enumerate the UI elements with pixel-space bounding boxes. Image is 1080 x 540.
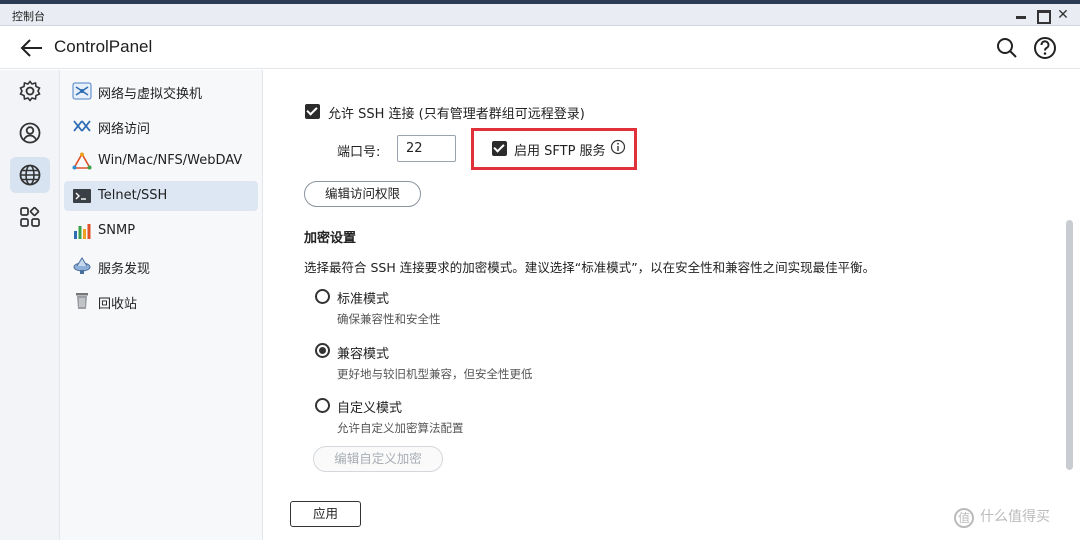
discovery-icon: [73, 257, 91, 274]
sidebar-item-service-discovery[interactable]: 服务发现: [64, 251, 258, 281]
radio-compat-mode[interactable]: [315, 343, 330, 358]
minimize-button[interactable]: [1013, 7, 1029, 23]
icon-rail: [0, 70, 60, 540]
sidebar-item-network-access[interactable]: 网络访问: [64, 111, 258, 141]
globe-icon: [19, 164, 41, 186]
settings-sidebar: 网络与虚拟交换机 网络访问 Win/Mac/NFS/WebDAV Telnet/…: [60, 70, 263, 540]
sidebar-item-label: Telnet/SSH: [98, 188, 168, 203]
allow-ssh-checkbox[interactable]: [305, 104, 320, 119]
radio-standard-mode[interactable]: [315, 289, 330, 304]
rail-item-apps[interactable]: [10, 199, 50, 235]
custom-mode-desc: 允许自定义加密算法配置: [337, 421, 464, 435]
compat-mode-label: 兼容模式: [337, 347, 390, 362]
allow-ssh-label: 允许 SSH 连接 (只有管理者群组可远程登录): [328, 107, 585, 122]
encryption-description: 选择最符合 SSH 连接要求的加密模式。建议选择“标准模式”，以在安全性和兼容性…: [304, 260, 876, 275]
rail-item-network[interactable]: [10, 157, 50, 193]
sftp-highlight-box: 启用 SFTP 服务: [471, 128, 637, 170]
sidebar-item-label: 回收站: [98, 297, 138, 312]
info-icon[interactable]: [610, 139, 626, 155]
edit-custom-encryption-button[interactable]: 编辑自定义加密: [313, 446, 443, 472]
rail-item-users[interactable]: [10, 115, 50, 151]
sidebar-item-label: SNMP: [98, 223, 136, 238]
close-button[interactable]: ✕: [1055, 7, 1071, 23]
search-icon: [997, 38, 1017, 58]
watermark-text: 什么值得买: [980, 509, 1050, 525]
radio-custom-mode[interactable]: [315, 398, 330, 413]
help-icon: [1034, 37, 1056, 59]
standard-mode-label: 标准模式: [337, 292, 390, 307]
sftp-label: 启用 SFTP 服务: [514, 144, 606, 159]
search-button[interactable]: [994, 35, 1020, 61]
sidebar-item-label: 网络与虚拟交换机: [98, 87, 203, 102]
gear-icon: [19, 80, 41, 102]
port-input[interactable]: 22: [397, 135, 456, 162]
window-titlebar: 控制台 ✕: [0, 4, 1080, 26]
help-button[interactable]: [1032, 35, 1058, 61]
encryption-section-title: 加密设置: [304, 231, 357, 246]
watermark-logo: 值: [954, 508, 974, 528]
page-title: ControlPanel: [54, 37, 153, 56]
trash-icon: [76, 293, 88, 309]
sidebar-item-recycle-bin[interactable]: 回收站: [64, 286, 258, 316]
terminal-icon: [73, 189, 91, 203]
sidebar-item-file-protocols[interactable]: Win/Mac/NFS/WebDAV: [64, 146, 258, 176]
sidebar-item-network-switch[interactable]: 网络与虚拟交换机: [64, 76, 258, 106]
window-title: 控制台: [12, 10, 45, 23]
maximize-button[interactable]: [1034, 7, 1051, 24]
standard-mode-desc: 确保兼容性和安全性: [337, 312, 441, 326]
app-header: ControlPanel: [0, 27, 1080, 69]
scrollbar[interactable]: [1066, 220, 1073, 470]
main-panel: 允许 SSH 连接 (只有管理者群组可远程登录) 端口号: 22 启用 SFTP…: [264, 70, 1080, 540]
sftp-checkbox[interactable]: [492, 141, 507, 156]
sidebar-item-snmp[interactable]: SNMP: [64, 216, 258, 246]
sidebar-item-label: 网络访问: [98, 122, 151, 137]
custom-mode-label: 自定义模式: [337, 401, 403, 416]
sidebar-item-label: Win/Mac/NFS/WebDAV: [98, 153, 243, 168]
network-switch-icon: [72, 82, 92, 100]
compat-mode-desc: 更好地与较旧机型兼容，但安全性更低: [337, 367, 533, 381]
edit-access-button[interactable]: 编辑访问权限: [304, 181, 421, 207]
sidebar-item-telnet-ssh[interactable]: Telnet/SSH: [64, 181, 258, 211]
rail-item-settings[interactable]: [10, 73, 50, 109]
arrow-left-icon: [20, 39, 42, 57]
network-access-icon: [73, 120, 91, 132]
sidebar-item-label: 服务发现: [98, 262, 151, 277]
back-button[interactable]: [18, 35, 46, 61]
apply-button[interactable]: 应用: [290, 501, 361, 527]
user-circle-icon: [19, 122, 41, 144]
bar-chart-icon: [74, 224, 91, 239]
triangle-protocol-icon: [72, 152, 92, 170]
port-label: 端口号:: [337, 145, 381, 160]
apps-grid-icon: [20, 206, 40, 227]
